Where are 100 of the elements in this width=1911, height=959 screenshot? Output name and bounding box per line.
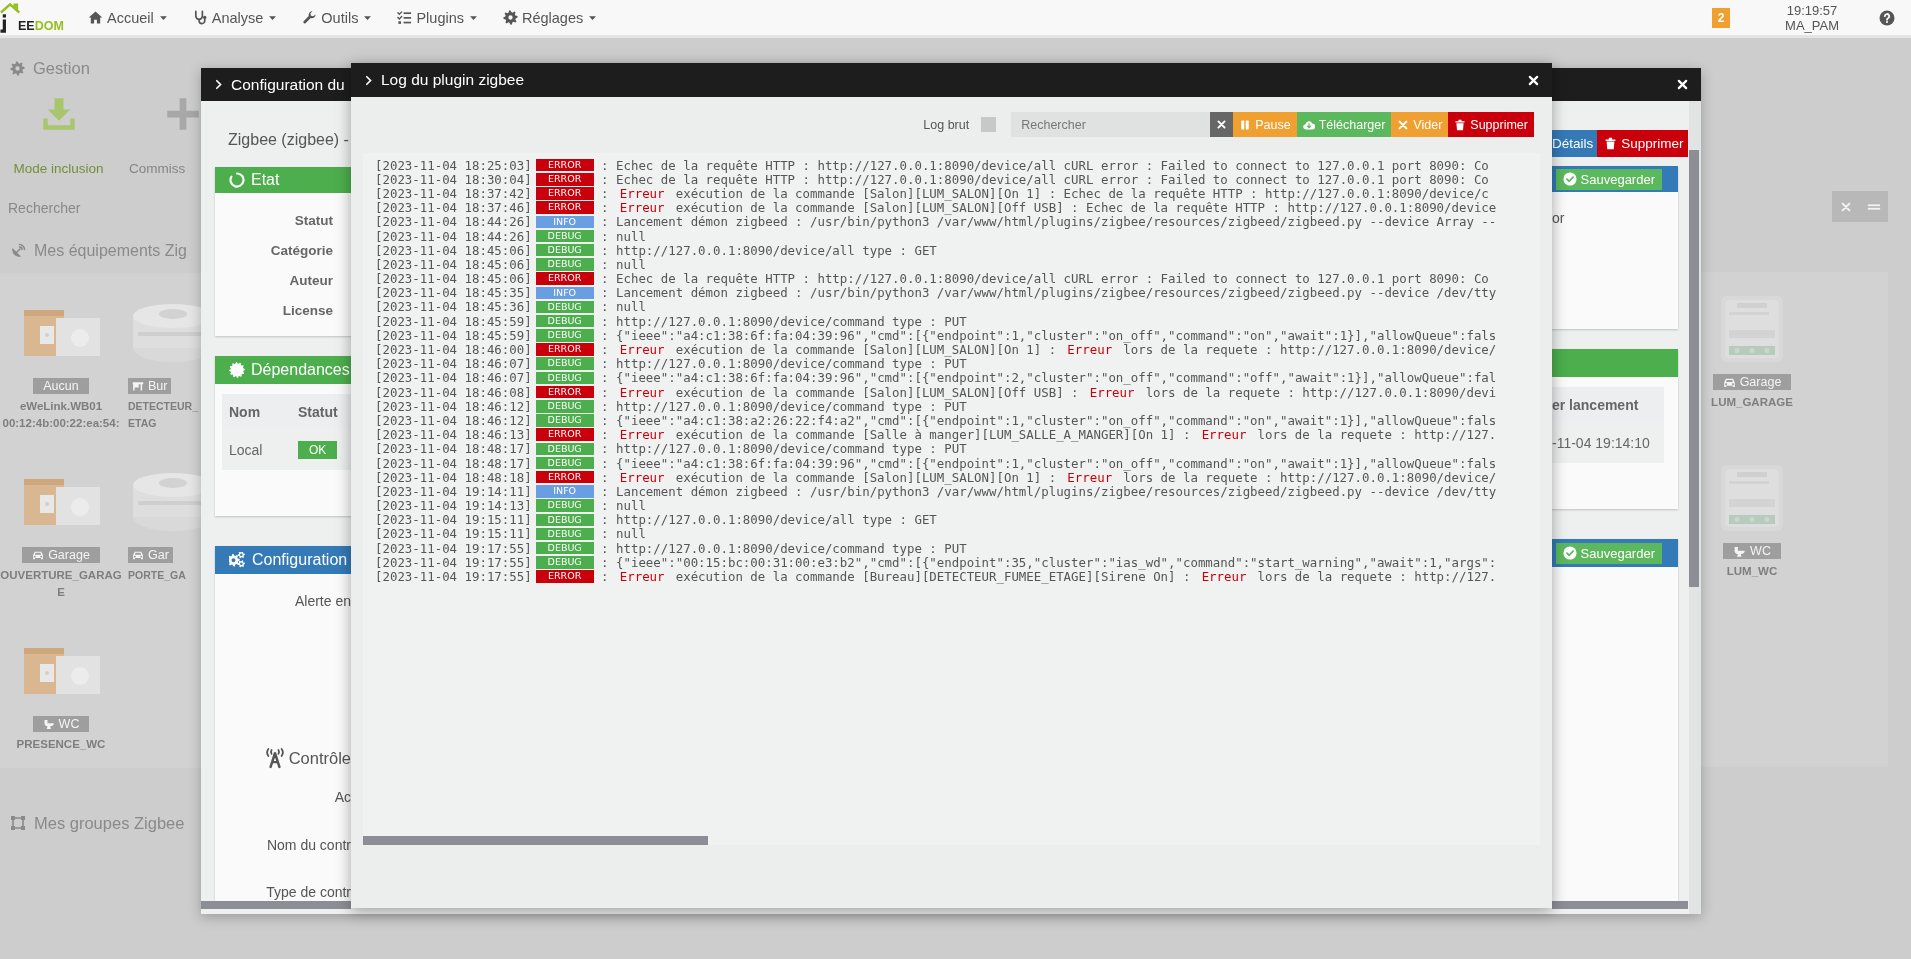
device-name[interactable]: PRESENCE_WC [16, 736, 106, 753]
save-button[interactable]: Sauvegarder [1555, 168, 1662, 190]
log-timestamp: [2023-11-04 18:30:04] [375, 171, 532, 187]
log-message: : Erreur exécution de la commande [Bureau][DETECTEUR_FUMEE_ETAGE][Sirene On] : Erreur lors de la requete : http://127. [600, 569, 1497, 585]
log-message: : Erreur exécution de la commande [Salon][LUM_SALON][Off USB] : Echec de la requête HTTP : http://127.0.0.1:8090/device [600, 200, 1497, 216]
log-level-badge: DEBUG [535, 456, 594, 470]
log-level-badge: INFO [535, 215, 594, 229]
log-timestamp: [2023-11-04 18:48:18] [375, 469, 532, 485]
table-cell-text: Local [229, 441, 264, 458]
section-title: Contrôle [288, 748, 351, 768]
toolbar-button[interactable]: Pause [1233, 112, 1297, 137]
log-timestamp: [2023-11-04 18:45:06] [375, 242, 532, 258]
panel-title: Etat [251, 171, 280, 189]
group-icon [10, 815, 26, 831]
car-icon [132, 549, 144, 561]
field-value: or [1552, 210, 1565, 226]
field-label: Type de contr [265, 883, 351, 901]
device-name[interactable]: DETECTEUR_ ETAG [128, 398, 198, 432]
log-timestamp: [2023-11-04 18:46:07] [375, 370, 532, 386]
field-label: Auteur [288, 272, 333, 290]
plus-icon [165, 96, 201, 132]
log-level-badge: DEBUG [535, 371, 594, 385]
clear-button[interactable] [1210, 112, 1234, 137]
log-message: : {"ieee":"a4:c1:38:6f:fa:04:39:96","cmd":[{"endpoint":2,"cluster":"on_off","command":"off","await":1}],"allowQueue":fal [600, 370, 1497, 386]
log-message: : Erreur exécution de la commande [Salon][LUM_SALON][Off USB] : Erreur lors de la requete : http://127.0.0.1:8090/devi [600, 384, 1497, 400]
scrollbar[interactable] [1689, 150, 1699, 587]
toolbar-button[interactable]: Supprimer [1448, 112, 1534, 137]
log-level-badge: DEBUG [535, 541, 594, 555]
action-button[interactable]: Détails [1552, 130, 1598, 157]
menu-button[interactable] [1860, 191, 1888, 222]
stethoscope-icon [192, 10, 208, 25]
log-level-badge: DEBUG [535, 314, 594, 328]
log-timestamp: [2023-11-04 18:46:07] [375, 356, 532, 372]
gears-icon [229, 551, 246, 569]
close-button[interactable] [1676, 78, 1689, 91]
close-button[interactable] [1527, 73, 1540, 87]
toilet-icon [1733, 544, 1747, 558]
menu-item[interactable]: Accueil [88, 9, 169, 26]
log-level-badge: DEBUG [535, 414, 594, 427]
settings-icon [503, 10, 518, 25]
scrollbar[interactable] [201, 901, 351, 909]
log-level-badge: DEBUG [535, 300, 594, 314]
menu-item[interactable]: Analyse [192, 9, 279, 26]
trash-icon [1454, 118, 1467, 131]
tag-label: WC [1750, 544, 1771, 558]
plugin-title: Zigbee (zigbee) - [227, 130, 350, 150]
search-field[interactable]: Rechercher [0, 193, 190, 223]
log-timestamp: [2023-11-04 19:14:11] [375, 483, 532, 499]
user-name[interactable]: MA_PAM [1785, 17, 1839, 33]
toolbar-button[interactable]: Télécharger [1296, 112, 1392, 137]
wrench-icon [302, 10, 318, 25]
badge-icon [229, 362, 245, 378]
log-timestamp: [2023-11-04 19:15:11] [375, 512, 532, 528]
scrollbar[interactable] [363, 836, 708, 845]
action-tile[interactable]: Commiss [117, 96, 201, 176]
save-button[interactable]: Sauvegarder [1555, 542, 1662, 564]
help-icon[interactable] [1879, 9, 1895, 26]
log-level-badge: DEBUG [535, 442, 594, 456]
tag-label: Aucun [43, 379, 79, 393]
log-message: : {"ieee":"a4:c1:38:6f:fa:04:39:96","cmd":[{"endpoint":1,"cluster":"on_off","command":"on","await":1}],"allowQueue":fals [600, 455, 1497, 471]
home-icon [88, 10, 103, 25]
satellite-dish-icon [10, 243, 26, 259]
field-label: License [281, 302, 333, 320]
log-timestamp: [2023-11-04 18:46:00] [375, 342, 532, 358]
log-message: : http://127.0.0.1:8090/device/command type : PUT [600, 441, 967, 457]
log-level-badge: DEBUG [535, 258, 594, 271]
log-level-badge: ERROR [535, 272, 594, 285]
log-message: : Erreur exécution de la commande [Salle à manger][LUM_SALLE_A_MANGER][On 1] : Erreur lors de la requete : http://127. [600, 427, 1497, 443]
menu-item[interactable]: Plugins [397, 9, 479, 26]
device-name[interactable]: LUM_GARAGE [1711, 394, 1793, 411]
notification-badge[interactable]: 2 [1712, 7, 1731, 28]
log-level-badge: ERROR [535, 158, 594, 172]
cloud-download-icon [1302, 118, 1315, 131]
log-timestamp: [2023-11-04 18:25:03] [375, 157, 532, 173]
log-level-badge: DEBUG [535, 513, 594, 527]
log-timestamp: [2023-11-04 18:44:26] [375, 214, 532, 230]
log-message: : http://127.0.0.1:8090/device/all type : GET [600, 242, 937, 258]
tag-label: Bur [148, 379, 168, 393]
settings-icon [10, 60, 25, 76]
section-title: Gestion [33, 58, 90, 78]
device-name[interactable]: OUVERTURE_GARAG E [0, 567, 122, 601]
section-title: Mes groupes Zigbee [34, 813, 185, 833]
scrollbar[interactable] [1552, 901, 1688, 909]
dialog-title: Log du plugin zigbee [381, 71, 525, 89]
search-field[interactable]: Rechercher [1011, 112, 1211, 137]
check-icon [1562, 172, 1577, 186]
menu-item[interactable]: Réglages [503, 9, 599, 26]
device-name[interactable]: LUM_WC [1726, 563, 1778, 580]
checkbox[interactable] [981, 117, 997, 132]
action-button[interactable]: Supprimer [1597, 130, 1688, 157]
device-name[interactable]: eWeLink.WB01 00:12:4b:00:22:ea:54: [2, 398, 120, 432]
logo-text: EEDOM [18, 19, 64, 33]
log-timestamp: [2023-11-04 18:46:12] [375, 412, 532, 428]
toolbar-button[interactable]: Vider [1391, 112, 1449, 137]
log-level-badge: ERROR [535, 385, 594, 399]
menu-item[interactable]: Outils [302, 9, 374, 26]
device-name[interactable]: PORTE_GA [128, 567, 186, 584]
field-label: Nom du contr [265, 836, 351, 854]
log-message: : http://127.0.0.1:8090/device/command type : PUT [600, 356, 967, 372]
action-tile[interactable]: Mode inclusion [0, 96, 117, 176]
